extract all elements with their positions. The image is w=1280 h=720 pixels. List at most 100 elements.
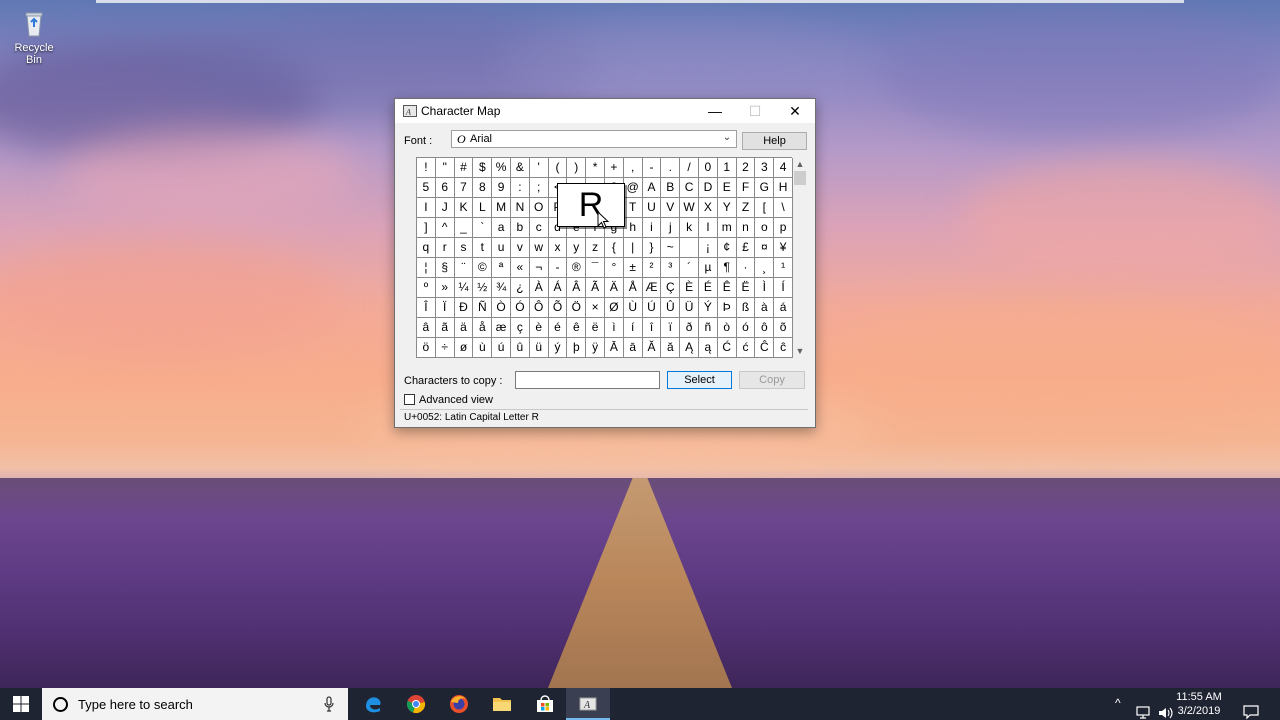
char-cell[interactable]: È [680, 278, 699, 298]
char-cell[interactable]: § [435, 258, 455, 278]
char-cell[interactable]: ñ [699, 318, 718, 338]
char-cell[interactable]: A [642, 178, 662, 198]
char-cell[interactable]: Ú [642, 298, 662, 318]
char-cell[interactable]: W [680, 198, 699, 218]
char-cell[interactable]: é [548, 318, 568, 338]
tray-overflow-chevron-icon[interactable]: ^ [1115, 696, 1121, 720]
char-cell[interactable]: º [417, 278, 436, 298]
char-cell[interactable]: ù [473, 338, 493, 358]
char-cell[interactable]: r [435, 238, 455, 258]
char-cell[interactable]: Ê [717, 278, 737, 298]
char-cell[interactable]: ā [623, 338, 643, 358]
char-cell[interactable]: D [699, 178, 718, 198]
char-cell[interactable]: ¤ [755, 238, 775, 258]
char-cell[interactable]: | [623, 238, 643, 258]
char-cell[interactable]: Á [548, 278, 568, 298]
char-cell[interactable]: 1 [717, 158, 737, 178]
char-cell[interactable]: Î [417, 298, 436, 318]
char-cell[interactable]: £ [736, 238, 756, 258]
char-cell[interactable]: ć [736, 338, 756, 358]
action-center-icon[interactable] [1243, 696, 1259, 720]
char-cell[interactable]: [ [755, 198, 775, 218]
taskbar-store[interactable] [523, 688, 567, 720]
char-cell[interactable]: ª [492, 258, 511, 278]
char-cell[interactable]: + [605, 158, 624, 178]
char-cell[interactable]: h [623, 218, 643, 238]
char-cell[interactable]: x [548, 238, 568, 258]
char-cell[interactable]: ë [586, 318, 605, 338]
char-cell[interactable]: 8 [473, 178, 493, 198]
char-cell[interactable]: õ [774, 318, 793, 338]
char-cell[interactable]: F [736, 178, 756, 198]
char-cell[interactable]: l [699, 218, 718, 238]
char-cell[interactable]: @ [623, 178, 643, 198]
char-cell[interactable]: Ì [755, 278, 775, 298]
char-cell[interactable]: ± [623, 258, 643, 278]
char-cell[interactable]: z [586, 238, 605, 258]
char-cell[interactable]: ^ [435, 218, 455, 238]
advanced-view-label[interactable]: Advanced view [419, 394, 493, 406]
start-button[interactable] [0, 688, 42, 720]
char-cell[interactable]: ´ [680, 258, 699, 278]
char-cell[interactable]: à [755, 298, 775, 318]
char-cell[interactable]: Ë [736, 278, 756, 298]
char-cell[interactable]: Ą [680, 338, 699, 358]
char-cell[interactable]: % [492, 158, 511, 178]
char-cell[interactable]: ø [454, 338, 474, 358]
char-cell[interactable]: Ù [623, 298, 643, 318]
char-cell[interactable]: ) [567, 158, 587, 178]
char-cell[interactable]: ã [435, 318, 455, 338]
char-cell[interactable]: O [529, 198, 549, 218]
copy-button[interactable]: Copy [739, 371, 805, 389]
char-cell[interactable]: U [642, 198, 662, 218]
char-cell[interactable]: ç [511, 318, 530, 338]
char-cell[interactable]: ¬ [529, 258, 549, 278]
char-cell[interactable]: X [699, 198, 718, 218]
char-cell[interactable]: â [417, 318, 436, 338]
char-cell[interactable]: Ã [586, 278, 605, 298]
char-cell[interactable]: å [473, 318, 493, 338]
char-cell[interactable]: » [435, 278, 455, 298]
char-cell[interactable]: ] [417, 218, 436, 238]
char-cell[interactable]: ¯ [586, 258, 605, 278]
char-cell[interactable]: û [511, 338, 530, 358]
advanced-view-checkbox[interactable] [404, 394, 415, 405]
char-cell[interactable]: Õ [548, 298, 568, 318]
char-cell[interactable]: q [417, 238, 436, 258]
char-cell[interactable]: « [511, 258, 530, 278]
char-cell[interactable]: Í [774, 278, 793, 298]
char-cell[interactable]: 7 [454, 178, 474, 198]
font-dropdown[interactable]: O Arial ⌄ [451, 130, 737, 148]
char-cell[interactable]: n [736, 218, 756, 238]
char-cell[interactable]: I [417, 198, 436, 218]
char-cell[interactable]: · [736, 258, 756, 278]
char-cell[interactable]: G [755, 178, 775, 198]
char-cell[interactable]: j [661, 218, 681, 238]
char-cell[interactable]: ĉ [774, 338, 793, 358]
char-cell[interactable]: b [511, 218, 530, 238]
char-cell[interactable]: J [435, 198, 455, 218]
char-cell[interactable]: 2 [736, 158, 756, 178]
char-cell[interactable]: k [680, 218, 699, 238]
microphone-icon[interactable] [324, 696, 334, 712]
char-cell[interactable]: ( [548, 158, 568, 178]
char-cell[interactable]: É [699, 278, 718, 298]
char-cell[interactable]: Ñ [473, 298, 493, 318]
char-cell[interactable]: 4 [774, 158, 793, 178]
system-clock[interactable]: 11:55 AM 3/2/2019 [1166, 690, 1232, 718]
char-cell[interactable]: L [473, 198, 493, 218]
char-cell[interactable]: ¿ [511, 278, 530, 298]
char-cell[interactable]: ® [567, 258, 587, 278]
char-cell[interactable]: _ [454, 218, 474, 238]
char-cell[interactable]: K [454, 198, 474, 218]
char-cell[interactable]: × [586, 298, 605, 318]
char-cell[interactable]: Þ [717, 298, 737, 318]
taskbar-edge[interactable] [351, 688, 395, 720]
char-cell[interactable]: ! [417, 158, 436, 178]
char-cell[interactable]: \ [774, 198, 793, 218]
char-cell[interactable]: ð [680, 318, 699, 338]
char-cell[interactable]: * [586, 158, 605, 178]
taskbar-character-map[interactable]: A [566, 688, 610, 720]
char-cell[interactable]: - [548, 258, 568, 278]
char-cell[interactable]: 3 [755, 158, 775, 178]
